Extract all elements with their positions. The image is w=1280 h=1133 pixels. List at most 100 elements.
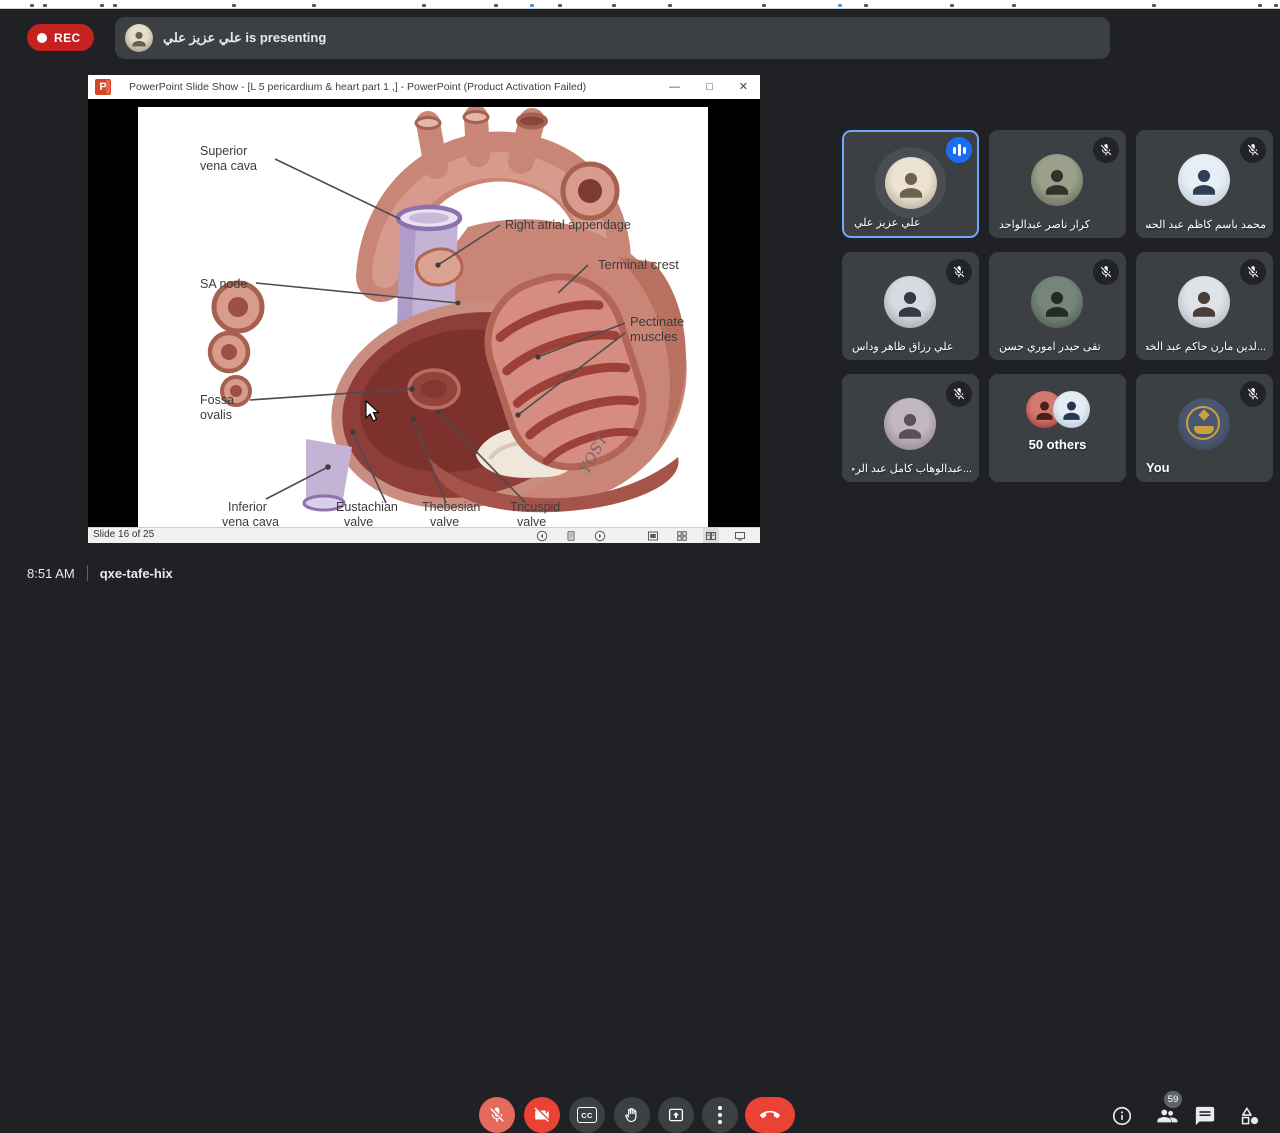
present-button[interactable]: [658, 1097, 694, 1133]
label-pectinate-line2: muscles: [630, 329, 678, 344]
participant-tile[interactable]: ...لدين مارن حاكم عبد الخضر: [1136, 252, 1273, 360]
present-screen-icon: [667, 1106, 685, 1124]
avatar: [1178, 154, 1230, 206]
meeting-details-button[interactable]: [1111, 1105, 1133, 1127]
label-inferior-line2: vena cava: [222, 515, 279, 527]
reading-view-icon: [705, 530, 717, 542]
participant-tile[interactable]: كرار ناصر عبدالواحد: [989, 130, 1126, 238]
participant-name: علي رزاق ظاهر وداس: [852, 340, 953, 353]
avatar-logo: [1178, 398, 1230, 450]
participants-button[interactable]: [1156, 1105, 1178, 1127]
participant-tile-ali-aziz[interactable]: علي عزيز علي: [842, 130, 979, 238]
normal-view-icon: [647, 530, 659, 542]
more-options-button[interactable]: [702, 1097, 738, 1133]
next-slide-icon: [594, 530, 606, 542]
camera-toggle-button[interactable]: [524, 1097, 560, 1133]
ppt-titlebar: P PowerPoint Slide Show - [L 5 pericardi…: [88, 75, 760, 99]
label-tricuspid-line1: Tricuspid: [510, 500, 560, 514]
ppt-maximize-button: □: [706, 75, 713, 99]
label-superior-vena-cava-line2: vena cava: [200, 159, 257, 173]
participant-tile[interactable]: محمد باسم كاظم عبد الحسين: [1136, 130, 1273, 238]
clock-time: 8:51 AM: [27, 566, 75, 581]
person-icon: [1187, 165, 1221, 199]
label-sa-node: SA node: [200, 277, 247, 291]
self-view-tile[interactable]: You: [1136, 374, 1273, 482]
hand-icon: [623, 1106, 641, 1124]
participant-name: ...لدين مارن حاكم عبد الخضر: [1146, 340, 1266, 353]
person-icon: [1040, 287, 1074, 321]
label-superior-vena-cava-line1: Superior: [200, 144, 247, 158]
participant-name: تقى حيدر اموري حسن: [999, 340, 1101, 353]
person-icon: [129, 29, 149, 49]
label-eustachian-line1: Eustachian: [336, 500, 398, 514]
meeting-meta: 8:51 AM qxe-tafe-hix: [27, 543, 173, 603]
participant-name: كرار ناصر عبدالواحد: [999, 218, 1090, 231]
presenting-banner-bar: REC علي عزيز علي is presenting: [0, 9, 1280, 66]
overflow-count-label: 50 others: [989, 437, 1126, 452]
camera-off-icon: [533, 1106, 551, 1124]
participant-tile[interactable]: علي رزاق ظاهر وداس: [842, 252, 979, 360]
slideshow-view-icon: [734, 530, 746, 542]
heart-diagram: Superior vena cava SA node Right atrial …: [138, 107, 708, 527]
label-fossa-line2: ovalis: [200, 408, 232, 422]
more-vert-icon: [718, 1106, 722, 1124]
ppt-window-title: PowerPoint Slide Show - [L 5 pericardium…: [129, 75, 586, 99]
slide-heart-anatomy: Superior vena cava SA node Right atrial …: [138, 107, 708, 527]
label-right-atrial-appendage: Right atrial appendage: [505, 218, 631, 232]
recording-indicator: REC: [27, 24, 94, 51]
meeting-code: qxe-tafe-hix: [100, 566, 173, 581]
leave-call-button[interactable]: [745, 1097, 795, 1133]
people-icon: [1156, 1105, 1178, 1127]
participant-name: علي عزيز علي: [854, 216, 921, 229]
avatar: [1031, 154, 1083, 206]
chat-icon: [1194, 1105, 1216, 1127]
person-icon: [1040, 165, 1074, 199]
label-fossa-line1: Fossa: [200, 393, 234, 407]
recording-dot-icon: [37, 33, 47, 43]
label-thebesian-line2: valve: [430, 515, 459, 527]
avatar: [1053, 391, 1090, 428]
mic-off-icon: [1093, 259, 1119, 285]
mic-toggle-button[interactable]: [479, 1097, 515, 1133]
captions-icon: CC: [577, 1107, 597, 1123]
label-terminal-crest: Terminal crest: [598, 257, 679, 272]
mic-off-icon: [1093, 137, 1119, 163]
activities-icon: [1239, 1105, 1261, 1127]
chat-button[interactable]: [1194, 1105, 1216, 1127]
overflow-participants-tile[interactable]: 50 others: [989, 374, 1126, 482]
label-pectinate-line1: Pectinate: [630, 314, 684, 329]
participant-tile[interactable]: ...عبدالوهاب كامل عبد الرحيم: [842, 374, 979, 482]
participant-count-badge: 59: [1164, 1091, 1182, 1108]
mic-off-icon: [1240, 137, 1266, 163]
slide-sorter-view-icon: [676, 530, 688, 542]
activities-button[interactable]: [1239, 1105, 1261, 1127]
previous-slide-icon: [536, 530, 548, 542]
self-name-label: You: [1146, 460, 1170, 475]
avatar: [884, 398, 936, 450]
captions-button[interactable]: CC: [569, 1097, 605, 1133]
participant-name: ...عبدالوهاب كامل عبد الرحيم: [852, 462, 972, 475]
ppt-statusbar: Slide 16 of 25: [88, 527, 760, 543]
raise-hand-button[interactable]: [614, 1097, 650, 1133]
avatar-ring: [875, 147, 946, 218]
powerpoint-app-icon: P: [95, 79, 111, 95]
participant-tile[interactable]: تقى حيدر اموري حسن: [989, 252, 1126, 360]
avatar: [885, 157, 937, 209]
divider: [87, 565, 88, 581]
avatar: [884, 276, 936, 328]
mic-off-icon: [946, 381, 972, 407]
person-icon: [893, 287, 927, 321]
presenting-banner: علي عزيز علي is presenting: [115, 17, 1110, 59]
recording-label: REC: [54, 31, 81, 45]
label-tricuspid-line2: valve: [517, 515, 546, 527]
avatar: [1178, 276, 1230, 328]
ppt-minimize-button: —: [669, 75, 680, 99]
ppt-slideshow-area: Superior vena cava SA node Right atrial …: [88, 99, 760, 527]
label-eustachian-line2: valve: [344, 515, 373, 527]
avatar: [1031, 276, 1083, 328]
presenter-avatar: [125, 24, 153, 52]
ppt-close-button: ✕: [739, 75, 748, 99]
shared-screen-ppt-window: P PowerPoint Slide Show - [L 5 pericardi…: [88, 75, 760, 543]
mic-off-icon: [1240, 381, 1266, 407]
mic-off-icon: [1240, 259, 1266, 285]
